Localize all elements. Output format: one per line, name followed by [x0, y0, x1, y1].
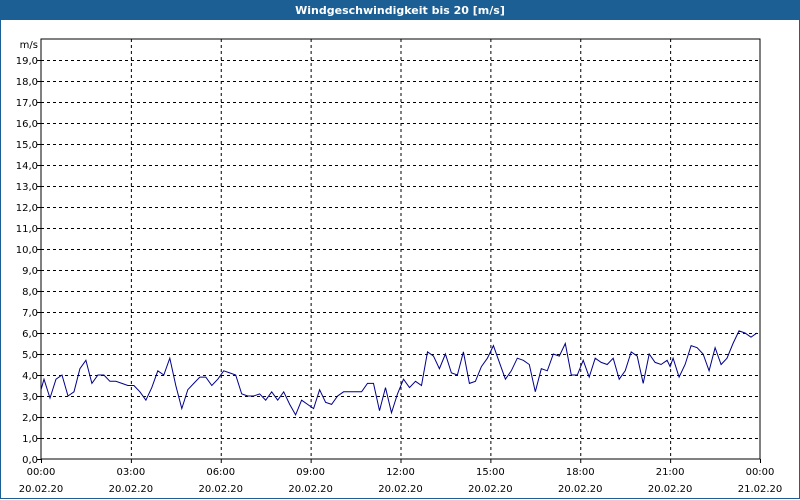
y-tick-label: 10,0 — [16, 245, 38, 256]
x-tick-date-label: 20.02.20 — [648, 484, 693, 495]
x-tick-time-label: 18:00 — [566, 467, 595, 478]
y-tick-label: 0,0 — [22, 455, 38, 466]
x-tick-time-label: 09:00 — [296, 467, 325, 478]
y-tick-label: 17,0 — [16, 98, 38, 109]
x-tick-date-label: 20.02.20 — [109, 484, 154, 495]
y-tick-label: 2,0 — [22, 413, 38, 424]
x-tick-date-label: 20.02.20 — [198, 484, 243, 495]
y-tick-label: 19,0 — [16, 56, 38, 67]
y-axis-label: m/s — [20, 40, 38, 51]
x-tick-date-label: 20.02.20 — [378, 484, 423, 495]
y-tick-label: 11,0 — [16, 224, 38, 235]
y-tick-label: 14,0 — [16, 161, 38, 172]
x-tick-date-label: 20.02.20 — [19, 484, 64, 495]
y-tick-label: 15,0 — [16, 140, 38, 151]
x-tick-time-label: 00:00 — [746, 467, 775, 478]
x-tick-time-label: 21:00 — [656, 467, 685, 478]
line-chart: 0,0 1,0 2,0 3,0 4,0 5,0 6,0 7,0 8,0 9,0 10,0 11,0 12… — [16, 38, 783, 495]
chart-window-title: Windgeschwindigkeit bis 20 [m/s] — [0, 0, 800, 20]
chart-frame: 0,0 1,0 2,0 3,0 4,0 5,0 6,0 7,0 8,0 9,0 10,0 11,0 12… — [0, 20, 800, 499]
x-tick-time-label: 00:00 — [27, 467, 56, 478]
x-tick-time-label: 06:00 — [206, 467, 235, 478]
y-tick-label: 4,0 — [22, 371, 38, 382]
y-tick-label: 8,0 — [22, 287, 38, 298]
y-tick-label: 18,0 — [16, 77, 38, 88]
x-tick-time-label: 12:00 — [386, 467, 415, 478]
x-tick-date-label: 20.02.20 — [558, 484, 603, 495]
y-tick-label: 13,0 — [16, 182, 38, 193]
x-tick-date-label: 21.02.20 — [738, 484, 783, 495]
x-tick-date-label: 20.02.20 — [468, 484, 513, 495]
y-tick-label: 7,0 — [22, 308, 38, 319]
y-tick-label: 16,0 — [16, 119, 38, 130]
x-tick-time-label: 03:00 — [116, 467, 145, 478]
y-tick-label: 1,0 — [22, 434, 38, 445]
x-tick-time-label: 15:00 — [476, 467, 505, 478]
y-tick-label: 5,0 — [22, 350, 38, 361]
y-tick-label: 3,0 — [22, 392, 38, 403]
x-tick-date-label: 20.02.20 — [288, 484, 333, 495]
y-tick-label: 12,0 — [16, 203, 38, 214]
y-tick-label: 9,0 — [22, 266, 38, 277]
y-tick-label: 6,0 — [22, 329, 38, 340]
